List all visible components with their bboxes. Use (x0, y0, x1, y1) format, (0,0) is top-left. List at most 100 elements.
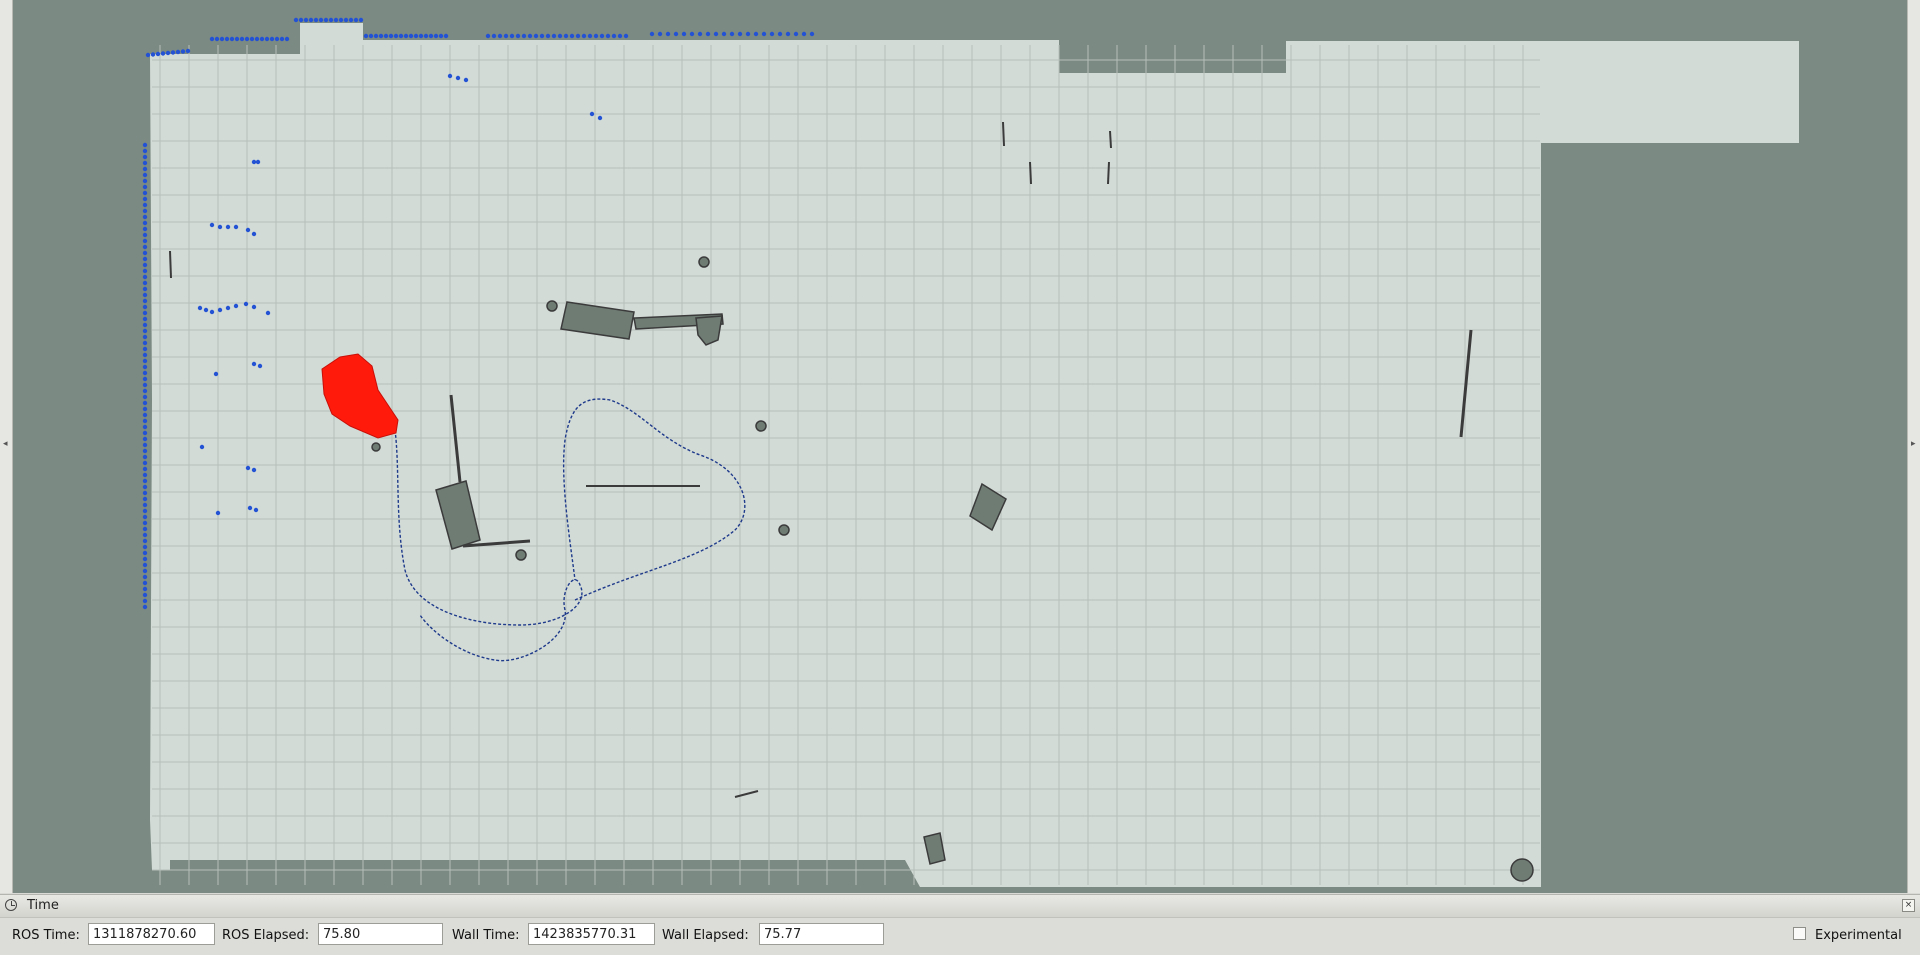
right-panel-handle[interactable]: ▸ (1907, 0, 1920, 893)
laser-point (274, 36, 280, 42)
laser-point (293, 17, 299, 23)
laser-point (142, 214, 148, 220)
laser-point (233, 303, 239, 309)
laser-point (793, 31, 799, 37)
experimental-checkbox[interactable] (1793, 927, 1806, 940)
laser-point (203, 307, 209, 313)
laser-point (388, 33, 394, 39)
laser-point (413, 33, 419, 39)
laser-point (557, 33, 563, 39)
laser-point (243, 301, 249, 307)
laser-point (599, 33, 605, 39)
laser-point (418, 33, 424, 39)
laser-point (333, 17, 339, 23)
occupancy-grid-map[interactable] (12, 0, 1908, 893)
laser-point (142, 154, 148, 160)
panel-right-arrow-icon[interactable]: ▸ (1911, 440, 1916, 449)
laser-point (239, 36, 245, 42)
laser-point (142, 226, 148, 232)
laser-point (463, 77, 469, 83)
laser-point (142, 586, 148, 592)
laser-point (593, 33, 599, 39)
laser-point (551, 33, 557, 39)
laser-point (142, 358, 148, 364)
laser-point (403, 33, 409, 39)
laser-point (142, 592, 148, 598)
laser-point (142, 184, 148, 190)
laser-point (264, 36, 270, 42)
laser-point (438, 33, 444, 39)
laser-point (217, 307, 223, 313)
laser-point (251, 361, 257, 367)
laser-point (303, 17, 309, 23)
laser-point (398, 33, 404, 39)
laser-point (142, 448, 148, 454)
laser-point (358, 17, 364, 23)
laser-point (408, 33, 414, 39)
laser-point (244, 36, 250, 42)
laser-point (142, 178, 148, 184)
laser-point (378, 33, 384, 39)
laser-point (142, 202, 148, 208)
laser-point (689, 31, 695, 37)
wall-time-field[interactable] (528, 923, 655, 945)
laser-point (809, 31, 815, 37)
laser-point (587, 33, 593, 39)
wall-elapsed-field[interactable] (759, 923, 884, 945)
wall-segment (1002, 121, 1005, 147)
laser-point (142, 382, 148, 388)
laser-point (142, 466, 148, 472)
laser-point (215, 510, 221, 516)
laser-point (142, 394, 148, 400)
laser-point (142, 580, 148, 586)
laser-point (348, 17, 354, 23)
laser-point (581, 33, 587, 39)
laser-point (338, 17, 344, 23)
laser-point (245, 227, 251, 233)
laser-point (284, 36, 290, 42)
laser-point (368, 33, 374, 39)
laser-point (142, 370, 148, 376)
map-viewport[interactable]: ◂ ▸ (0, 0, 1920, 893)
laser-point (142, 352, 148, 358)
obstacle-post (1510, 858, 1534, 882)
laser-point (753, 31, 759, 37)
laser-point (160, 51, 166, 56)
laser-point (142, 328, 148, 334)
laser-point (142, 442, 148, 448)
laser-point (769, 31, 775, 37)
laser-point (142, 430, 148, 436)
laser-point (383, 33, 389, 39)
laser-point (318, 17, 324, 23)
laser-point (328, 17, 334, 23)
obstacle-post (755, 420, 767, 432)
laser-point (737, 31, 743, 37)
ros-elapsed-field[interactable] (318, 923, 443, 945)
time-panel-titlebar: Time × (0, 895, 1920, 918)
laser-point (433, 33, 439, 39)
laser-point (142, 598, 148, 604)
laser-point (142, 250, 148, 256)
time-panel: Time × ROS Time: ROS Elapsed: Wall Time:… (0, 894, 1920, 955)
laser-point (142, 532, 148, 538)
laser-point (254, 36, 260, 42)
laser-point (234, 36, 240, 42)
laser-point (363, 33, 369, 39)
laser-point (197, 305, 203, 311)
laser-point (545, 33, 551, 39)
wall-elapsed-label: Wall Elapsed: (662, 928, 749, 943)
ros-time-field[interactable] (88, 923, 215, 945)
panel-left-arrow-icon[interactable]: ◂ (3, 440, 8, 449)
panel-close-button[interactable]: × (1902, 899, 1915, 912)
laser-point (681, 31, 687, 37)
laser-point (142, 508, 148, 514)
laser-point (142, 490, 148, 496)
wall-segment (169, 250, 172, 279)
laser-point (142, 538, 148, 544)
laser-point (745, 31, 751, 37)
laser-point (142, 310, 148, 316)
laser-point (611, 33, 617, 39)
laser-point (503, 33, 509, 39)
wall-time-label: Wall Time: (452, 928, 520, 943)
laser-point (225, 224, 231, 230)
